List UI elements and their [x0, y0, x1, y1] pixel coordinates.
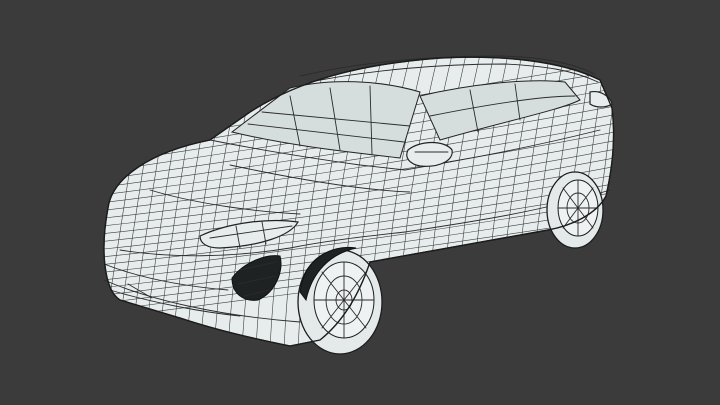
3d-viewport[interactable]	[0, 0, 720, 405]
car-wireframe-model[interactable]	[0, 0, 720, 405]
